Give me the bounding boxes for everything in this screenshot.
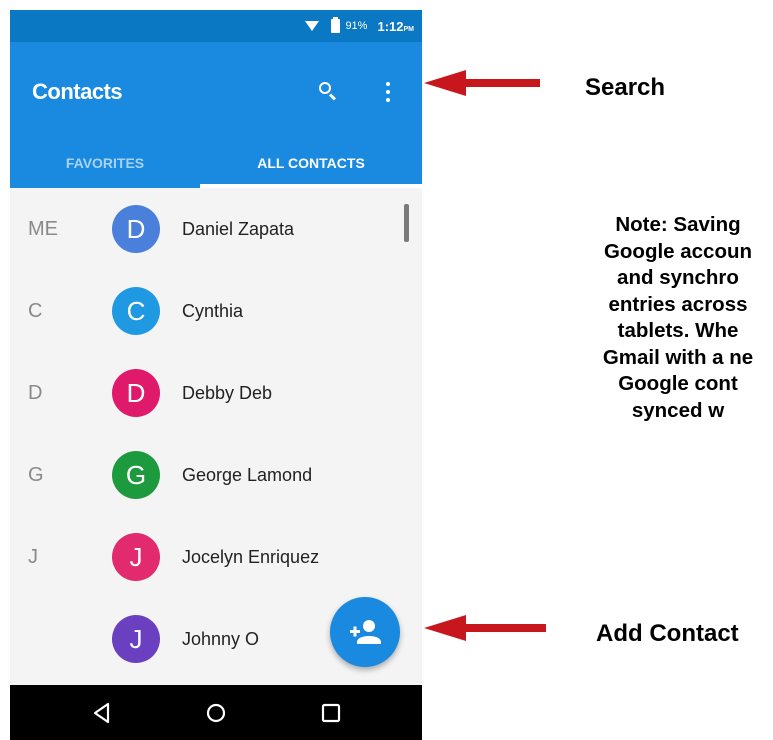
section-header: D	[28, 382, 43, 404]
note-line: synced w	[631, 398, 725, 422]
contact-avatar: J	[112, 533, 160, 581]
home-button[interactable]	[200, 697, 232, 729]
contact-row[interactable]: ME D Daniel Zapata	[10, 188, 422, 270]
contact-avatar: D	[112, 205, 160, 253]
add-contact-arrow-icon	[424, 615, 546, 641]
note-line: entries across	[608, 292, 748, 316]
recents-button[interactable]	[315, 697, 347, 729]
note-text: Note: Saving Google accoun and synchro e…	[528, 212, 773, 424]
contact-name: Cynthia	[182, 301, 244, 321]
clock: 1:12PM	[377, 19, 414, 34]
back-icon	[93, 702, 110, 724]
search-button[interactable]	[312, 76, 342, 106]
status-bar: 91% 1:12PM	[10, 10, 422, 42]
contact-row[interactable]: G G George Lamond	[10, 434, 422, 516]
contact-row[interactable]: J J Jocelyn Enriquez	[10, 516, 422, 598]
more-options-button[interactable]	[376, 76, 400, 108]
contact-name: Debby Deb	[182, 383, 273, 403]
note-line: and synchro	[617, 266, 739, 289]
contact-row[interactable]: D D Debby Deb	[10, 352, 422, 434]
contact-avatar: G	[112, 451, 160, 499]
tab-all-contacts[interactable]: ALL CONTACTS	[200, 138, 422, 188]
contact-avatar: C	[112, 287, 160, 335]
contact-row[interactable]: C C Cynthia	[10, 270, 422, 352]
search-annotation-label: Search	[585, 74, 666, 101]
clock-time: 1:12	[377, 18, 404, 34]
add-contact-button[interactable]	[330, 597, 400, 667]
battery-icon	[331, 17, 341, 33]
phone-screen: 91% 1:12PM Contacts FAVORITES ALL CONTAC…	[10, 10, 422, 740]
home-icon	[206, 703, 226, 723]
note-line: Note: Saving	[615, 213, 741, 236]
note-line: Gmail with a ne	[602, 345, 754, 369]
navigation-bar	[10, 685, 422, 740]
contact-name: Jocelyn Enriquez	[182, 547, 320, 567]
back-button[interactable]	[86, 697, 118, 729]
recents-icon	[321, 703, 341, 723]
contact-name: Daniel Zapata	[182, 219, 295, 239]
note-line: Google accoun	[603, 239, 753, 263]
contact-name: George Lamond	[182, 465, 313, 485]
section-header: G	[28, 464, 44, 486]
contact-name: Johnny O	[182, 629, 260, 649]
search-arrow-icon	[424, 70, 540, 96]
add-contact-annotation-label: Add Contact	[596, 620, 739, 647]
app-bar: Contacts FAVORITES ALL CONTACTS	[10, 42, 422, 188]
clock-ampm: PM	[403, 25, 415, 33]
note-line: tablets. Whe	[617, 319, 739, 342]
add-person-icon	[350, 620, 381, 644]
section-header: ME	[28, 218, 58, 240]
battery-percentage: 91%	[345, 20, 368, 32]
tab-favorites[interactable]: FAVORITES	[10, 138, 200, 188]
note-line: Google cont	[618, 372, 738, 395]
wifi-icon	[305, 21, 320, 31]
contact-avatar: J	[112, 615, 160, 663]
section-header: J	[28, 546, 38, 568]
section-header: C	[28, 300, 43, 322]
app-title: Contacts	[32, 79, 123, 104]
contact-avatar: D	[112, 369, 160, 417]
